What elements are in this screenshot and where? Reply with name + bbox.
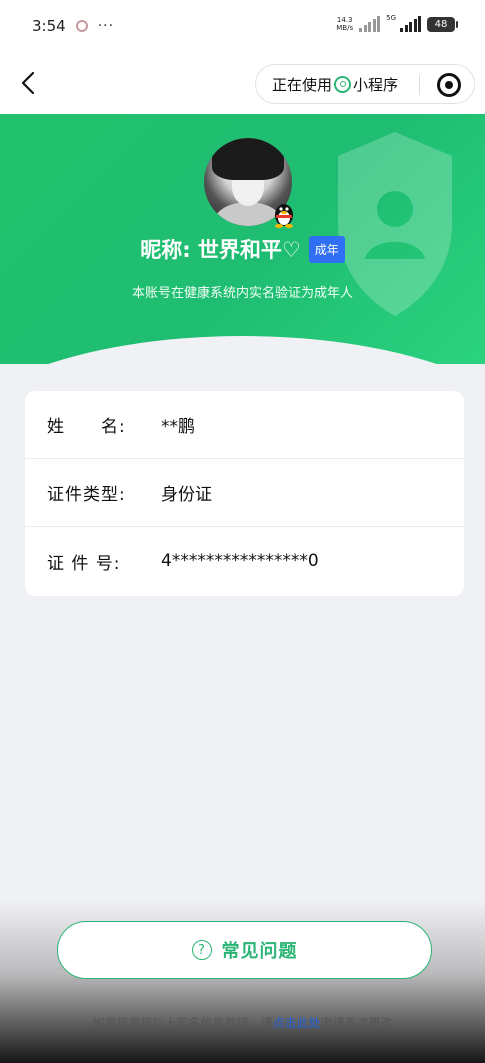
adult-badge: 成年 xyxy=(308,235,345,263)
nickname: 昵称: 世界和平♡ xyxy=(140,238,301,262)
identity-info-card: 姓 名: **鹏 证件类型: 身份证 证 件 号: 4*************… xyxy=(25,391,464,596)
more-notifications-icon: ··· xyxy=(97,18,115,34)
info-row-name: 姓 名: **鹏 xyxy=(25,391,464,459)
battery-level: 48 xyxy=(434,18,448,30)
footer-text-before: 如果您发现以上实名信息有误，请 xyxy=(92,1016,273,1030)
faq-button[interactable]: ? 常见问题 xyxy=(57,921,432,979)
info-value: **鹏 xyxy=(161,417,195,437)
faq-label: 常见问题 xyxy=(221,941,298,962)
nickname-row: 昵称: 世界和平♡ 成年 xyxy=(0,234,485,264)
nav-bar: 正在使用 小程序 xyxy=(0,52,485,114)
status-time: 3:54 xyxy=(32,17,66,35)
verification-note: 本账号在健康系统内实名验证为成年人 xyxy=(131,286,353,301)
network-type: 5G xyxy=(386,14,396,22)
info-row-id-type: 证件类型: 身份证 xyxy=(25,459,464,527)
status-bar: 3:54 ··· 14.3 MB/s 5G 48 xyxy=(0,0,485,52)
wifi-signal-icon xyxy=(359,16,381,32)
miniprogram-icon xyxy=(334,75,352,93)
info-label: 证 件 号: xyxy=(47,553,121,574)
chevron-left-icon xyxy=(21,71,35,95)
click-here-link[interactable]: 点击此处 xyxy=(272,1016,320,1030)
back-button[interactable] xyxy=(14,66,48,100)
net-speed: 14.3 MB/s xyxy=(336,16,353,32)
info-label: 姓 名: xyxy=(47,417,126,437)
info-label: 证件类型: xyxy=(47,485,126,505)
footer-note: 如果您发现以上实名信息有误，请点击此处申请再次更改 xyxy=(0,1014,485,1031)
capsule-label[interactable]: 正在使用 小程序 xyxy=(256,74,398,95)
info-value: 身份证 xyxy=(161,485,212,505)
info-value: 4****************0 xyxy=(161,551,319,571)
cellular-signal-icon xyxy=(400,16,421,32)
profile-hero: 昵称: 世界和平♡ 成年 本账号在健康系统内实名验证为成年人 xyxy=(0,114,485,364)
net-speed-value: 14.3 xyxy=(336,16,353,24)
notification-icon xyxy=(75,20,88,32)
net-speed-unit: MB/s xyxy=(336,24,354,32)
battery-icon: 48 xyxy=(427,16,458,32)
miniprogram-capsule: 正在使用 小程序 xyxy=(255,64,475,104)
help-icon: ? xyxy=(191,940,212,960)
status-right: 14.3 MB/s 5G 48 xyxy=(336,14,458,32)
capsule-text-before: 正在使用 xyxy=(272,75,333,94)
capsule-divider xyxy=(419,75,420,95)
capsule-text-after: 小程序 xyxy=(353,75,399,94)
info-row-id-number: 证 件 号: 4****************0 xyxy=(25,527,464,595)
target-icon[interactable] xyxy=(437,73,461,97)
footer-text-after: 申请再次更改 xyxy=(320,1016,393,1030)
qq-penguin-icon xyxy=(275,204,293,228)
hero-curve xyxy=(0,336,485,364)
